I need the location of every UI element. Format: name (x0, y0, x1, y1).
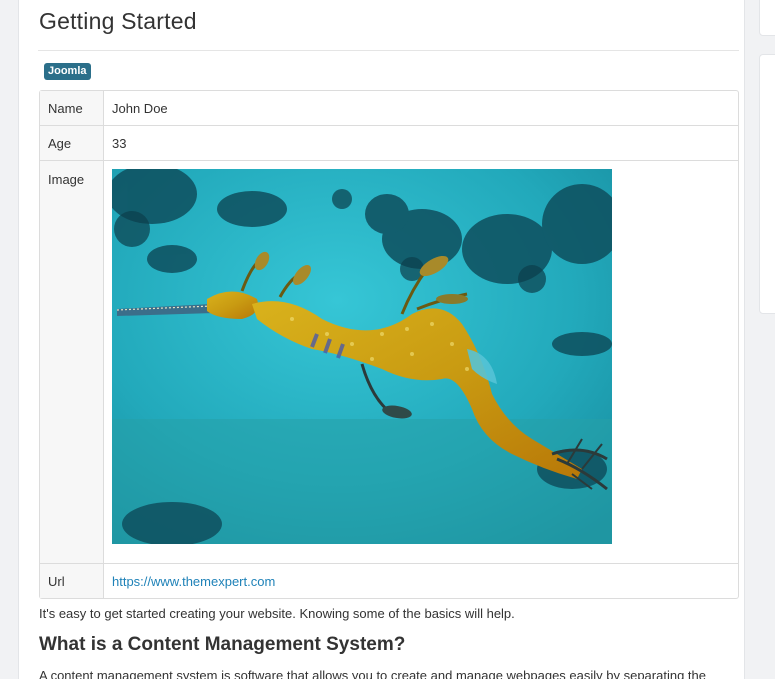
url-link[interactable]: https://www.themexpert.com (112, 574, 275, 589)
sidebar-card-top (759, 0, 775, 36)
field-value-age: 33 (104, 125, 738, 160)
field-value-url: https://www.themexpert.com (104, 563, 738, 598)
title-divider (38, 50, 739, 51)
field-value-name: John Doe (112, 100, 168, 116)
field-value-image (104, 160, 738, 563)
table-row: Age 33 (40, 125, 738, 160)
table-row: Name John Doe (40, 91, 738, 125)
page: Getting Started Joomla Name John Doe Age… (0, 0, 775, 679)
seadragon-image (112, 169, 612, 544)
sidebar-card-module (759, 54, 775, 314)
table-row: Url https://www.themexpert.com (40, 563, 738, 598)
custom-fields-table: Name John Doe Age 33 Image Url https://w… (39, 90, 739, 599)
body-paragraph: A content management system is software … (39, 668, 706, 679)
field-label-name: Name (40, 91, 104, 125)
table-row: Image (40, 160, 738, 563)
field-label-age: Age (40, 125, 104, 160)
category-tag[interactable]: Joomla (44, 63, 91, 80)
field-label-url: Url (40, 563, 104, 598)
page-title: Getting Started (39, 8, 197, 34)
section-heading: What is a Content Management System? (39, 634, 406, 655)
field-label-image: Image (40, 160, 104, 563)
intro-paragraph: It's easy to get started creating your w… (39, 606, 515, 621)
